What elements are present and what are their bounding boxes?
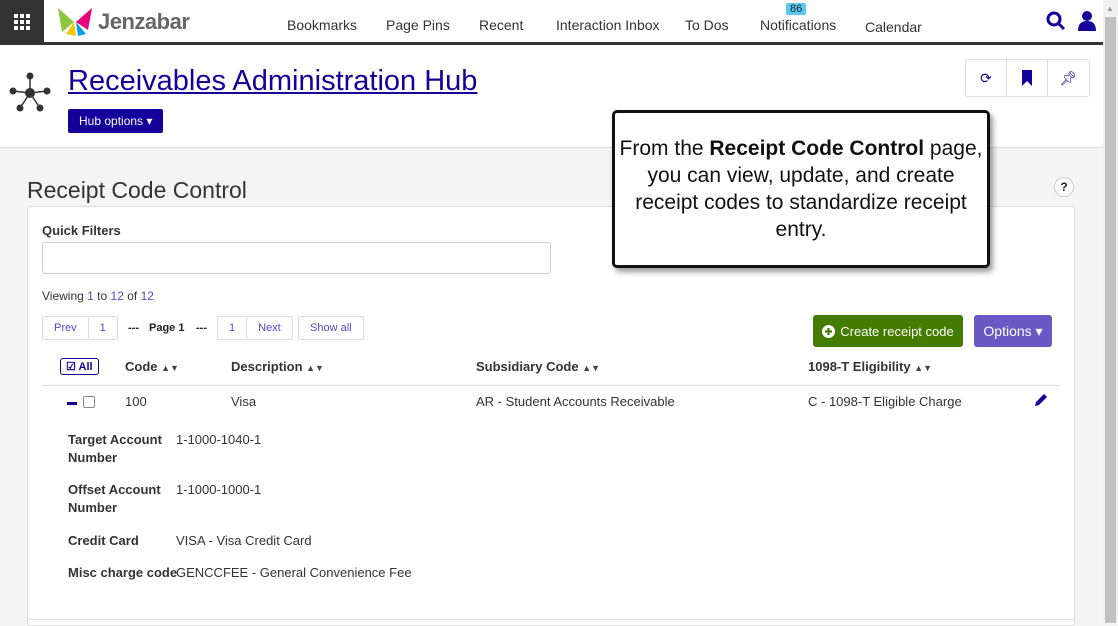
cell-description: Visa: [231, 394, 257, 409]
plus-circle-icon: [822, 324, 836, 338]
scrollbar-thumb[interactable]: [1105, 17, 1116, 623]
column-header-code[interactable]: Code ▲▼: [125, 359, 179, 374]
detail-value: 1-1000-1040-1: [176, 432, 262, 447]
header-label: Subsidiary Code: [476, 359, 579, 374]
cell-code: 100: [125, 394, 147, 409]
hub-options-button[interactable]: Hub options ▾: [68, 109, 164, 133]
viewing-total: 12: [140, 289, 154, 303]
cell-eligibility: C - 1098-T Eligible Charge: [808, 394, 962, 409]
nav-page-pins[interactable]: Page Pins: [386, 17, 450, 33]
viewing-to-word: to: [93, 289, 111, 303]
detail-value: VISA - Visa Credit Card: [176, 533, 312, 548]
next-button[interactable]: Next: [247, 317, 292, 339]
options-button[interactable]: Options ▾: [974, 315, 1052, 347]
last-page-button[interactable]: 1: [218, 317, 248, 339]
quick-filters-input[interactable]: [42, 242, 551, 274]
grid-icon: [14, 14, 30, 30]
detail-label: Offset Account Number: [68, 482, 161, 515]
nav-recent[interactable]: Recent: [479, 17, 523, 33]
select-all-button[interactable]: ☑ All: [60, 358, 99, 375]
collapse-icon[interactable]: [67, 402, 77, 405]
create-label: Create receipt code: [840, 323, 954, 339]
apps-menu-button[interactable]: [0, 0, 44, 44]
viewing-to: 12: [110, 289, 124, 303]
nav-interaction-inbox[interactable]: Interaction Inbox: [556, 17, 660, 33]
viewing-prefix: Viewing: [42, 289, 88, 303]
butterfly-icon: [58, 8, 92, 36]
column-header-subsidiary-code[interactable]: Subsidiary Code ▲▼: [476, 359, 600, 374]
scroll-up-arrow-icon[interactable]: ▲: [1106, 4, 1114, 13]
pager-right: 1 Next: [217, 316, 293, 340]
current-page: Page 1: [149, 322, 185, 334]
top-navbar: Jenzabar Bookmarks Page Pins Recent Inte…: [0, 0, 1103, 45]
quick-filters-label: Quick Filters: [42, 223, 121, 238]
pager-separator: ---: [196, 322, 207, 334]
sort-icon: ▲▼: [914, 363, 933, 373]
sort-icon: ▲▼: [306, 363, 324, 373]
nav-todos[interactable]: To Dos: [685, 17, 729, 33]
page-title: Receipt Code Control: [27, 177, 247, 203]
viewing-from: 1: [87, 289, 94, 303]
pager-left: Prev 1: [42, 316, 118, 340]
search-icon[interactable]: [1046, 11, 1066, 31]
detail-label: Target Account Number: [68, 432, 162, 465]
detail-label: Credit Card: [68, 533, 139, 548]
viewing-count: Viewing 1 to 12 of 12: [42, 289, 154, 303]
nav-notifications[interactable]: Notifications: [760, 17, 836, 33]
viewing-of-word: of: [123, 289, 141, 303]
hub-title-link[interactable]: Receivables Administration Hub: [68, 65, 477, 98]
column-header-description[interactable]: Description ▲▼: [231, 359, 324, 374]
receipt-code-panel: Quick Filters Viewing 1 to 12 of 12 Prev…: [27, 206, 1075, 626]
hub-options-label: Hub options: [79, 114, 144, 128]
hub-network-icon: [9, 72, 51, 112]
nav-bookmarks[interactable]: Bookmarks: [287, 17, 357, 33]
first-page-button[interactable]: 1: [89, 317, 117, 339]
create-receipt-code-button[interactable]: Create receipt code: [813, 315, 963, 347]
bookmark-icon[interactable]: [1007, 60, 1048, 96]
hub-toolbar: ⟳ 📌︎: [965, 59, 1090, 97]
pin-icon[interactable]: 📌︎: [1048, 60, 1089, 96]
options-label: Options: [983, 323, 1032, 339]
callout-text: From the: [619, 137, 710, 160]
header-divider: [42, 385, 1060, 386]
row-checkbox[interactable]: [83, 396, 95, 408]
notification-badge: 86: [786, 3, 807, 15]
show-all-label: Show all: [310, 322, 352, 334]
detail-value: GENCCFEE - General Convenience Fee: [176, 565, 412, 580]
tutorial-callout: From the Receipt Code Control page, you …: [612, 110, 990, 268]
cell-subsidiary-code: AR - Student Accounts Receivable: [476, 394, 675, 409]
jenzabar-logo[interactable]: Jenzabar: [56, 6, 190, 38]
sync-icon[interactable]: ⟳: [966, 60, 1007, 96]
detail-value: 1-1000-1000-1: [176, 482, 262, 497]
header-label: Description: [231, 359, 303, 374]
sort-icon: ▲▼: [161, 363, 179, 373]
nav-calendar[interactable]: Calendar: [865, 19, 922, 35]
detail-label: Misc charge code: [68, 565, 178, 580]
column-header-1098t-eligibility[interactable]: 1098-T Eligibility ▲▼: [808, 359, 932, 374]
callout-bold: Receipt Code Control: [709, 137, 925, 160]
select-all-label: All: [78, 361, 93, 373]
prev-button[interactable]: Prev: [43, 317, 89, 339]
show-all-button[interactable]: Show all: [298, 316, 364, 340]
header-label: Code: [125, 359, 158, 374]
pager-separator: ---: [128, 322, 139, 334]
user-icon[interactable]: [1077, 10, 1097, 32]
edit-pencil-icon[interactable]: [1034, 393, 1048, 407]
row-divider: [28, 619, 1074, 620]
sort-icon: ▲▼: [582, 363, 601, 373]
header-label: 1098-T Eligibility: [808, 359, 911, 374]
help-icon[interactable]: ?: [1054, 177, 1074, 197]
